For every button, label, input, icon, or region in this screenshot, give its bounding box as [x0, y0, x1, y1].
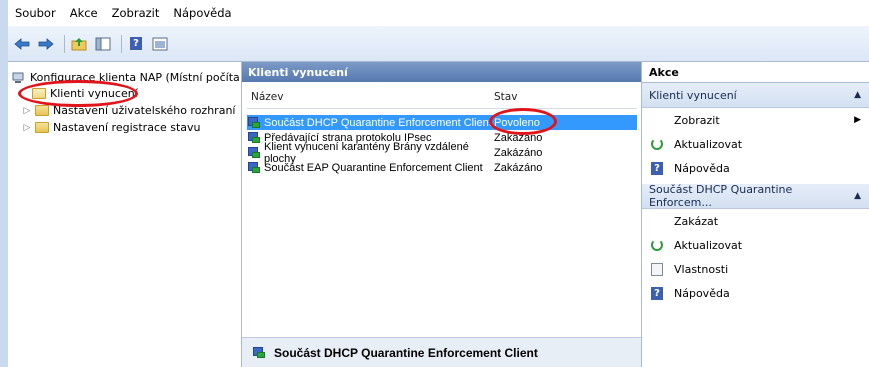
tree-item-nastaveni-registrace-stavu[interactable]: ▷ Nastavení registrace stavu: [22, 119, 201, 136]
action-vlastnosti[interactable]: Vlastnosti: [642, 257, 869, 281]
help-icon: ?: [650, 161, 664, 175]
annotation-oval: [18, 80, 138, 107]
list-row[interactable]: Součást EAP Quarantine Enforcement Clien…: [247, 160, 637, 175]
help-icon: ?: [650, 286, 664, 300]
action-label: Nápověda: [674, 161, 730, 175]
action-label: Zobrazit: [674, 113, 720, 127]
annotation-oval: [489, 108, 557, 135]
action-label: Aktualizovat: [674, 238, 743, 252]
help-glyph: ?: [130, 37, 142, 50]
properties-icon: [650, 262, 664, 276]
collapse-arrow-icon[interactable]: ▲: [854, 90, 861, 100]
row-name: Součást DHCP Quarantine Enforcement Clie…: [264, 116, 492, 129]
menu-soubor[interactable]: Soubor: [8, 6, 63, 20]
console-tree: Konfigurace klienta NAP (Místní počíta K…: [8, 62, 242, 367]
folder-icon: [35, 105, 49, 116]
enforcement-client-icon: [247, 116, 261, 129]
column-header-status[interactable]: Stav: [494, 91, 517, 103]
enforcement-client-icon: [252, 346, 266, 359]
menu-zobrazit[interactable]: Zobrazit: [105, 6, 167, 20]
detail-title: Součást DHCP Quarantine Enforcement Clie…: [274, 345, 538, 360]
row-status: Zakázáno: [494, 146, 543, 159]
action-napoveda[interactable]: ? Nápověda: [642, 281, 869, 305]
actions-title: Akce: [642, 62, 869, 83]
toolbar-separator: [64, 34, 65, 53]
action-label: Nápověda: [674, 286, 730, 300]
row-status: Zakázáno: [494, 161, 543, 174]
refresh-icon: [650, 238, 664, 252]
action-aktualizovat[interactable]: Aktualizovat: [642, 233, 869, 257]
action-label: Zakázat: [674, 214, 719, 228]
folder-icon: [35, 122, 49, 133]
tree-item-label: Nastavení registrace stavu: [53, 121, 201, 134]
forward-arrow-icon[interactable]: [36, 34, 56, 54]
window-left-edge: [0, 0, 8, 367]
help-icon[interactable]: ?: [126, 34, 146, 54]
section-label: Klienti vynucení: [649, 88, 737, 102]
section-label: Součást DHCP Quarantine Enforcem...: [649, 183, 793, 209]
menu-bar: Soubor Akce Zobrazit Nápověda: [8, 0, 869, 26]
menu-napoveda[interactable]: Nápověda: [166, 6, 238, 20]
collapse-arrow-icon[interactable]: ▲: [854, 191, 861, 201]
actions-section-dhcp[interactable]: Součást DHCP Quarantine Enforcem... ▲: [642, 183, 869, 209]
actions-section-klienti-vynuceni[interactable]: Klienti vynucení ▲: [642, 83, 869, 108]
list-column-headers: Název Stav: [247, 86, 637, 109]
submenu-arrow-icon: ▶: [854, 115, 861, 125]
action-zobrazit[interactable]: Zobrazit ▶: [642, 108, 869, 132]
enforcement-client-icon: [247, 161, 261, 174]
computer-icon: [12, 72, 24, 83]
toolbar: ?: [8, 26, 869, 62]
up-folder-icon[interactable]: [69, 34, 89, 54]
show-hide-tree-icon[interactable]: [93, 34, 113, 54]
expand-arrow-icon[interactable]: ▷: [22, 106, 32, 116]
menu-akce[interactable]: Akce: [63, 6, 105, 20]
results-pane: Klienti vynucení Název Stav Součást DHCP…: [242, 62, 642, 367]
expand-arrow-icon[interactable]: ▷: [22, 123, 32, 133]
enforcement-client-icon: [247, 131, 261, 144]
action-label: Vlastnosti: [674, 262, 729, 276]
list-row[interactable]: Součást DHCP Quarantine Enforcement Clie…: [247, 115, 637, 130]
enforcement-client-icon: [247, 146, 261, 159]
details-bar: Součást DHCP Quarantine Enforcement Clie…: [242, 337, 641, 367]
toolbar-separator: [121, 34, 122, 53]
row-name: Součást EAP Quarantine Enforcement Clien…: [264, 161, 483, 174]
properties-icon[interactable]: [150, 34, 170, 54]
column-header-name[interactable]: Název: [247, 91, 494, 103]
back-arrow-icon[interactable]: [12, 34, 32, 54]
action-aktualizovat[interactable]: Aktualizovat: [642, 132, 869, 156]
actions-pane: Akce Klienti vynucení ▲ Zobrazit ▶ Aktua…: [642, 62, 869, 367]
results-header: Klienti vynucení: [242, 62, 641, 82]
action-label: Aktualizovat: [674, 137, 743, 151]
refresh-icon: [650, 137, 664, 151]
mmc-window: Soubor Akce Zobrazit Nápověda ? Konfigur…: [0, 0, 869, 367]
list-row[interactable]: Klient vynucení karantény Brány vzdálené…: [247, 141, 637, 165]
action-zakazat[interactable]: Zakázat: [642, 209, 869, 233]
action-napoveda[interactable]: ? Nápověda: [642, 156, 869, 180]
